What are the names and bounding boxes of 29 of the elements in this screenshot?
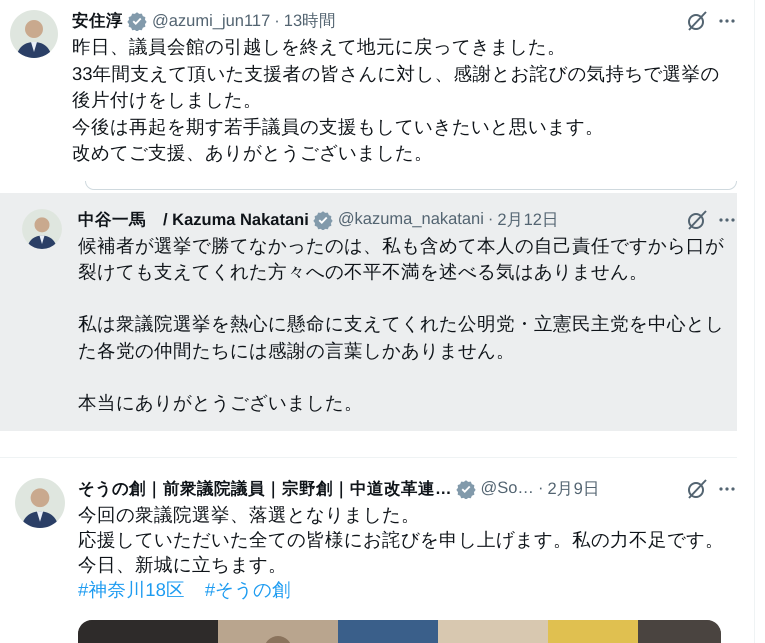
tweet-text: 本当にありがとうございました。 (78, 391, 364, 416)
separator-dot: · (488, 210, 494, 229)
tweet-text: 昨日、議員会館の引越しを終えて地元に戻ってきました。 (72, 35, 567, 59)
tweet-card[interactable]: そうの創｜前衆議院議員｜宗野創｜中道改革連… @So… · 2月9日 今回の衆議院選挙、落選となりました。 応援していただいた全ての皆様にお詫びを申し上げます。私の力不足です。 今日、新城に立ちます。 #神奈川18区 #そうの創 (0, 458, 737, 643)
display-name[interactable]: そうの創｜前衆議院議員｜宗野創｜中道改革連… (78, 478, 452, 500)
tweet-text: 候補者が選挙で勝てなかったのは、私も含めて本人の自己責任ですから口が裂けても支えてくれた方々への不平不満を述べる気はありません。 (78, 234, 725, 284)
avatar[interactable] (10, 10, 58, 58)
avatar[interactable] (22, 208, 62, 248)
separator-dot: · (538, 479, 544, 498)
user-handle[interactable]: @kazuma_nakatani (338, 210, 484, 229)
tweet-text: 応援していただいた全ての皆様にお詫びを申し上げます。私の力不足です。 (78, 528, 725, 552)
tweet-text: 今回の衆議院選挙、落選となりました。 (78, 502, 421, 527)
separator-dot: · (274, 12, 280, 30)
tweet-text: 今後は再起を期す若手議員の支援もしていきたいと思います。 (72, 114, 605, 138)
timestamp[interactable]: 2月12日 (497, 208, 559, 230)
timestamp[interactable]: 2月9日 (547, 478, 600, 500)
tweet-text: 改めてご支援、ありがとうございました。 (72, 141, 434, 165)
display-name[interactable]: 中谷一馬 / Kazuma Nakatani (78, 208, 309, 230)
user-handle[interactable]: @azumi_jun117 (152, 12, 270, 30)
timestamp[interactable]: 13時間 (284, 10, 336, 32)
user-handle[interactable]: @So… (480, 479, 534, 498)
slashed-circle-icon[interactable] (685, 476, 709, 501)
display-name[interactable]: 安住淳 (72, 10, 123, 32)
tweet-text: 33年間支えて頂いた支援者の皆さんに対し、感謝とお詫びの気持ちで選挙の後片付けをしました。 (72, 62, 721, 112)
tweet-card[interactable]: 中谷一馬 / Kazuma Nakatani @kazuma_nakatani · 2月12日 候補者が選挙で勝てなかったのは、私も含めて本人の自己責任ですから口が裂けても支えてくれた方々への不平不満を述べる気はありません。 私は衆議院選挙を熱心に懸命に支えてくれた公明党・立憲民主党を中心とした各党の仲間たちには感謝の言葉しかありません。 本当にありがとうございました。 (0, 192, 737, 431)
tweet-text: 私は衆議院選挙を熱心に懸命に支えてくれた公明党・立憲民主党を中心とした各党の仲間たちには感謝の言葉しかありません。 (78, 312, 725, 363)
slashed-circle-icon[interactable] (685, 208, 709, 232)
tweet-text: 今日、新城に立ちます。 (78, 552, 288, 577)
slashed-circle-icon[interactable] (685, 9, 709, 33)
